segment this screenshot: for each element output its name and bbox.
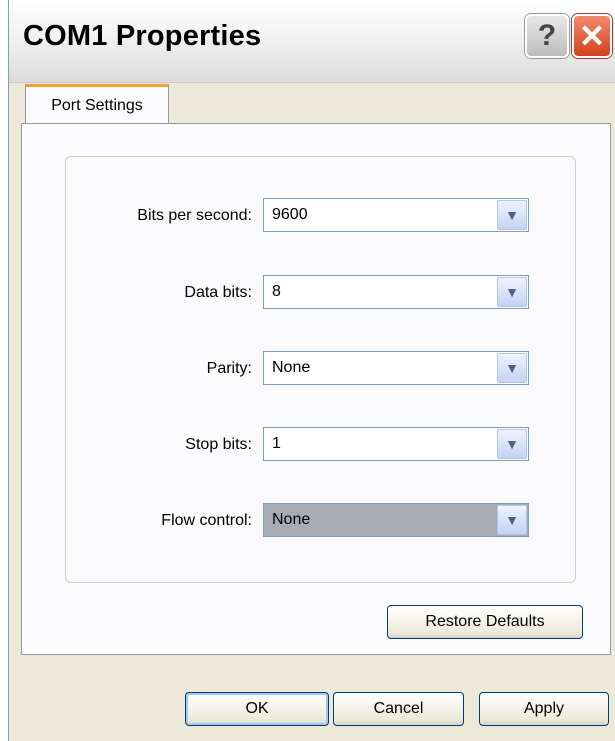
flow-control-label: Flow control: [161,512,252,529]
data-bits-label: Data bits: [184,284,252,301]
flow-control-select[interactable]: None ▼ [263,503,529,537]
chevron-down-icon[interactable]: ▼ [497,277,527,307]
chevron-down-icon[interactable]: ▼ [497,505,527,535]
title-bar[interactable]: COM1 Properties ? ✕ [9,0,615,83]
flow-control-value: None [272,511,311,528]
stop-bits-select[interactable]: 1 ▼ [263,427,529,461]
chevron-down-icon[interactable]: ▼ [497,429,527,459]
close-icon: ✕ [578,18,606,54]
apply-button[interactable]: Apply [479,692,609,726]
cancel-button[interactable]: Cancel [333,692,464,726]
parity-label: Parity: [206,360,252,377]
stop-bits-label: Stop bits: [185,436,252,453]
parity-value: None [272,359,311,376]
dialog-window: COM1 Properties ? ✕ Port Settings Bits p… [8,0,615,741]
restore-defaults-button[interactable]: Restore Defaults [387,605,583,639]
data-bits-select[interactable]: 8 ▼ [263,275,529,309]
bits-per-second-value: 9600 [272,206,308,223]
settings-group: Bits per second: 9600 ▼ Data bits: 8 ▼ P… [65,156,576,583]
stop-bits-value: 1 [272,435,281,452]
data-bits-value: 8 [272,283,281,300]
tab-port-settings[interactable]: Port Settings [25,84,169,124]
close-button[interactable]: ✕ [572,14,612,58]
bits-per-second-select[interactable]: 9600 ▼ [263,198,529,232]
port-settings-panel: Bits per second: 9600 ▼ Data bits: 8 ▼ P… [21,123,611,655]
window-title: COM1 Properties [23,20,262,52]
chevron-down-icon[interactable]: ▼ [497,200,527,230]
ok-button[interactable]: OK [185,692,329,726]
bits-per-second-label: Bits per second: [137,207,252,224]
chevron-down-icon[interactable]: ▼ [497,353,527,383]
question-icon: ? [537,19,557,52]
tab-label: Port Settings [51,96,143,114]
help-button[interactable]: ? [525,14,569,58]
parity-select[interactable]: None ▼ [263,351,529,385]
